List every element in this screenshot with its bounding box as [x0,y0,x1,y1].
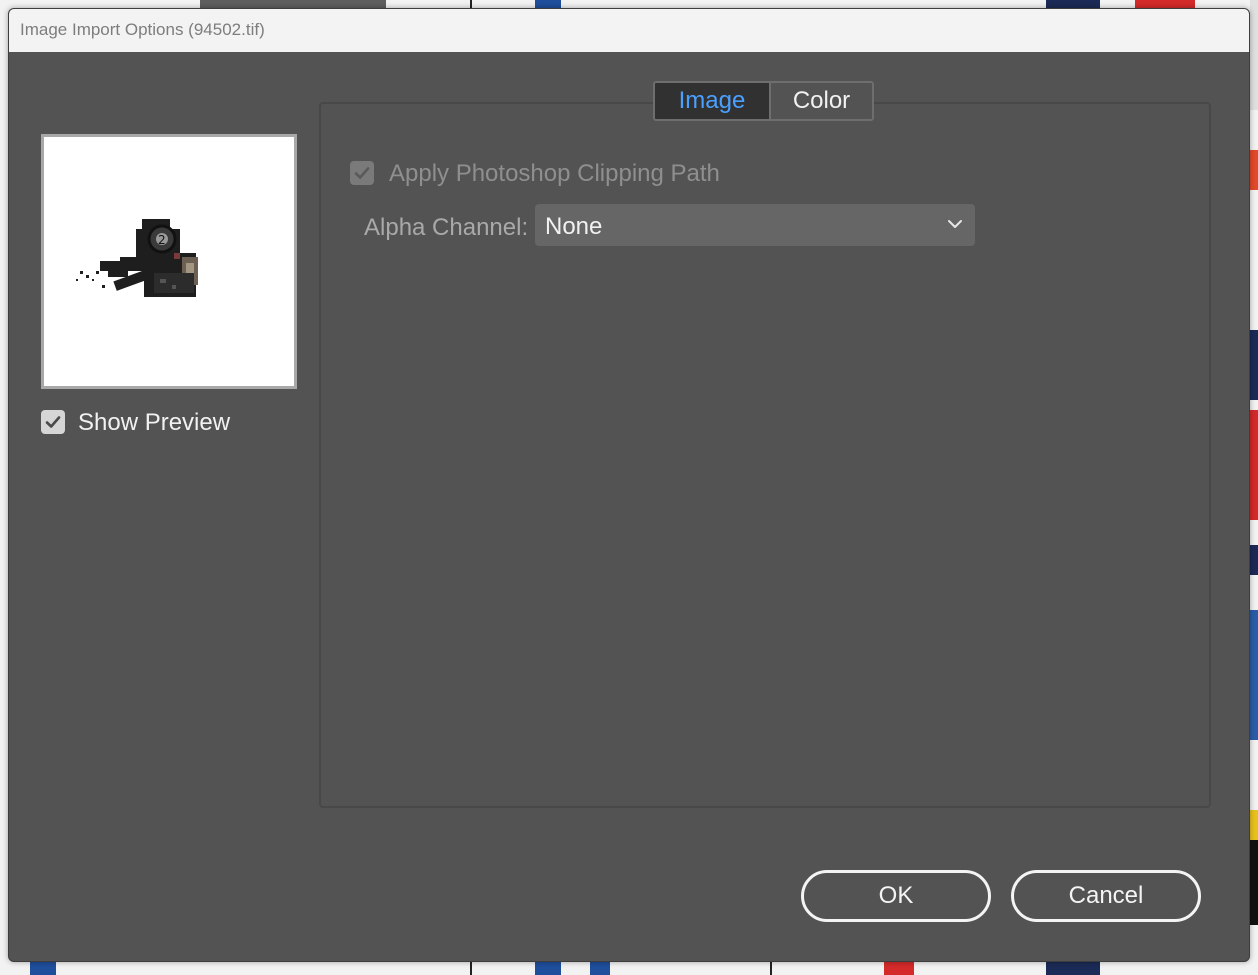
tab-image[interactable]: Image [655,83,771,119]
alpha-channel-label: Alpha Channel: [364,214,529,241]
alpha-channel-dropdown[interactable]: None [535,204,975,246]
apply-clipping-path-label: Apply Photoshop Clipping Path [389,160,720,187]
chevron-down-icon [948,220,962,228]
dialog-title: Image Import Options (94502.tif) [20,20,265,39]
svg-text:2: 2 [158,233,166,247]
ok-button[interactable]: OK [801,870,991,922]
show-preview-label: Show Preview [78,409,231,436]
checkmark-icon [45,416,61,428]
image-import-options-dialog: Image Import Options (94502.tif) 2 Show … [8,8,1250,962]
image-thumbnail: 2 [76,219,198,297]
tab-color[interactable]: Color [771,83,872,119]
apply-clipping-path-checkbox[interactable] [350,161,374,185]
cancel-button[interactable]: Cancel [1011,870,1201,922]
tab-bar: Image Color [653,81,874,121]
image-preview: 2 [41,134,297,389]
title-bar[interactable]: Image Import Options (94502.tif) [9,9,1249,52]
checkmark-icon [354,167,370,179]
show-preview-checkbox[interactable] [41,410,65,434]
alpha-channel-value: None [545,213,603,240]
